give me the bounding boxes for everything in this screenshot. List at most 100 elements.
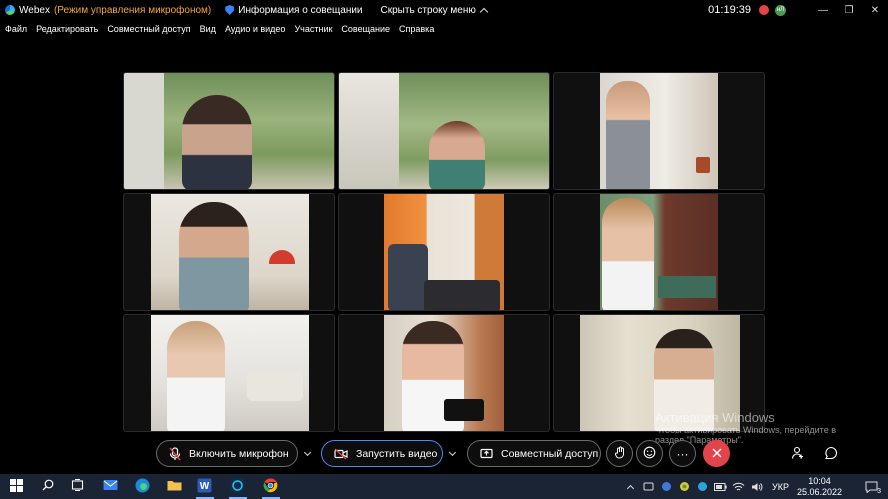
- chevron-down-icon: [303, 448, 311, 456]
- task-view-icon: [71, 479, 84, 494]
- meeting-timer: 01:19:39: [708, 4, 751, 16]
- participant-video: [384, 194, 504, 310]
- recording-icon: [759, 5, 769, 15]
- edge-icon: [135, 478, 150, 496]
- taskbar-app-mail[interactable]: [102, 478, 119, 495]
- meeting-info-button[interactable]: Информация о совещании: [225, 4, 363, 16]
- windows-logo-icon: [10, 478, 23, 495]
- share-screen-icon: [480, 448, 493, 460]
- taskbar-app-explorer[interactable]: [166, 478, 183, 495]
- chrome-icon: [263, 477, 278, 496]
- close-window-button[interactable]: ✕: [862, 5, 888, 16]
- smiley-icon: [643, 446, 656, 462]
- start-button[interactable]: [8, 478, 25, 495]
- chevron-down-icon: [448, 448, 456, 456]
- share-button[interactable]: Совместный доступ: [467, 440, 601, 467]
- video-off-icon: [334, 447, 348, 460]
- participant-video-tile[interactable]: [338, 72, 550, 190]
- keyboard-language[interactable]: УКР: [772, 482, 789, 492]
- reactions-button[interactable]: [636, 440, 663, 467]
- tray-app-icon[interactable]: [642, 480, 656, 494]
- word-icon: W: [197, 478, 212, 496]
- hide-menu-bar-label: Скрыть строку меню: [380, 4, 476, 16]
- search-icon: [42, 479, 54, 494]
- participant-video: [339, 73, 549, 189]
- menu-view[interactable]: Вид: [200, 24, 216, 34]
- webex-logo-icon: [5, 5, 15, 15]
- taskbar-clock[interactable]: 10:04 25.06.2022: [797, 476, 842, 498]
- system-tray: УКР 10:04 25.06.2022 3: [624, 474, 888, 499]
- taskbar-time: 10:04: [808, 475, 831, 486]
- unmute-label: Включить микрофон: [189, 447, 289, 460]
- menu-bar: Файл Редактировать Совместный доступ Вид…: [0, 21, 443, 37]
- participant-video-tile[interactable]: [553, 72, 765, 190]
- meeting-controls: Включить микрофон Запустить видео Совмес…: [0, 440, 888, 468]
- menu-share[interactable]: Совместный доступ: [107, 24, 190, 34]
- hand-icon: [614, 446, 625, 462]
- shield-icon: [225, 5, 235, 15]
- chevron-up-icon: [627, 484, 635, 492]
- battery-icon[interactable]: [714, 480, 728, 494]
- video-options-dropdown[interactable]: [443, 440, 461, 467]
- participants-button[interactable]: [788, 444, 808, 464]
- unmute-button[interactable]: Включить микрофон: [156, 440, 298, 467]
- minimize-button[interactable]: —: [810, 5, 836, 16]
- search-button[interactable]: [39, 478, 56, 495]
- share-label: Совместный доступ: [501, 447, 599, 460]
- app-name: Webex: [19, 4, 50, 16]
- more-icon: ···: [676, 446, 689, 461]
- volume-icon[interactable]: [750, 480, 764, 494]
- participant-video: [151, 194, 309, 310]
- menu-file[interactable]: Файл: [5, 24, 27, 34]
- participant-video-tile[interactable]: [123, 314, 335, 432]
- taskbar-app-chrome[interactable]: [262, 477, 279, 496]
- start-video-button[interactable]: Запустить видео: [321, 440, 443, 467]
- close-icon: [711, 447, 722, 461]
- tray-app-icon[interactable]: [660, 480, 674, 494]
- chevron-up-icon: [479, 7, 489, 16]
- meeting-info-label: Информация о совещании: [238, 4, 363, 16]
- tray-overflow-icon[interactable]: [624, 480, 638, 494]
- leave-meeting-button[interactable]: [703, 440, 730, 467]
- taskbar-app-webex[interactable]: [229, 478, 246, 495]
- tray-app-icon[interactable]: [678, 480, 692, 494]
- title-bar: Webex (Режим управления микрофоном) Инфо…: [0, 0, 888, 20]
- tray-app-icon[interactable]: [696, 480, 710, 494]
- taskbar-app-edge[interactable]: [134, 478, 151, 495]
- participant-video-tile[interactable]: [338, 193, 550, 311]
- participant-video-tile[interactable]: [338, 314, 550, 432]
- participant-video-tile[interactable]: [123, 72, 335, 190]
- microphone-mode-label: (Режим управления микрофоном): [53, 4, 212, 16]
- wifi-icon[interactable]: [732, 480, 746, 494]
- participant-video: [600, 73, 718, 189]
- participant-video: [124, 73, 334, 189]
- task-view-button[interactable]: [69, 478, 86, 495]
- participant-video-tile[interactable]: [123, 193, 335, 311]
- start-video-label: Запустить видео: [356, 447, 438, 460]
- avatar[interactable]: нЛ: [775, 4, 786, 16]
- chat-button[interactable]: [821, 444, 841, 464]
- notification-count: 3: [877, 487, 881, 495]
- hide-menu-bar-button[interactable]: Скрыть строку меню: [380, 4, 489, 16]
- menu-audio-video[interactable]: Аудио и видео: [225, 24, 286, 34]
- participant-video: [600, 194, 718, 310]
- raise-hand-button[interactable]: [606, 440, 633, 467]
- participants-icon: [791, 446, 805, 463]
- mail-icon: [103, 479, 118, 494]
- participant-video-tile[interactable]: [553, 193, 765, 311]
- menu-participant[interactable]: Участник: [294, 24, 332, 34]
- windows-taskbar: W УКР 10:04 25.06.2022 3: [0, 474, 888, 499]
- restore-button[interactable]: ❐: [836, 5, 862, 16]
- participant-video: [384, 315, 504, 431]
- webex-icon: [230, 478, 245, 496]
- menu-edit[interactable]: Редактировать: [36, 24, 98, 34]
- menu-meeting[interactable]: Совещание: [341, 24, 390, 34]
- taskbar-app-word[interactable]: W: [196, 478, 213, 495]
- taskbar-date: 25.06.2022: [796, 486, 842, 497]
- participant-video: [151, 315, 309, 431]
- audio-options-dropdown[interactable]: [298, 440, 316, 467]
- watermark-line: Чтобы активировать Windows, перейдите в: [655, 425, 836, 435]
- more-options-button[interactable]: ···: [669, 440, 696, 467]
- notifications-button[interactable]: 3: [860, 480, 882, 495]
- menu-help[interactable]: Справка: [399, 24, 434, 34]
